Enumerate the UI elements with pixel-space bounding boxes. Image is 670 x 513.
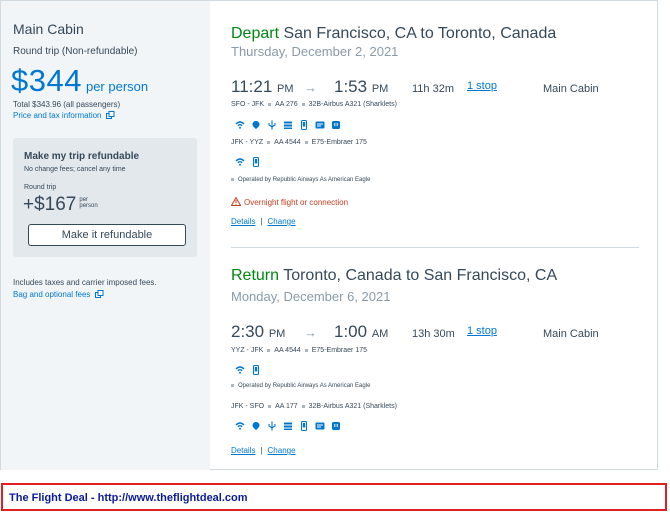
depart-actions: Details | Change (231, 217, 296, 226)
refund-round-trip: Round trip (24, 184, 57, 191)
dot-separator (304, 348, 308, 352)
mobile-device-icon (300, 119, 308, 130)
mobile-device-icon (252, 156, 260, 167)
refund-price: +$167 (23, 194, 77, 215)
return-actions: Details | Change (231, 446, 296, 455)
usb-power-icon (268, 120, 276, 130)
mobile-device-icon (300, 420, 308, 431)
depart-details-link[interactable]: Details (231, 217, 255, 226)
refund-title: Make my trip refundable (24, 151, 140, 162)
return-leg-2-amenities (235, 417, 347, 431)
price-row: $344 per person (11, 63, 148, 99)
external-link-icon (94, 290, 104, 298)
overnight-warning: Overnight flight or connection (230, 196, 348, 207)
make-refundable-button[interactable]: Make it refundable (28, 224, 186, 246)
return-label: Return (231, 267, 280, 284)
return-leg-2: JFK - SFO AA 177 32B-Airbus A321 (Sharklet… (231, 403, 397, 410)
depart-departure-time: 11:21 PM (231, 77, 294, 96)
segment-divider (231, 247, 639, 248)
dot-separator (267, 140, 271, 144)
depart-stops-link[interactable]: 1 stop (467, 80, 497, 92)
arrow-right-icon: → (304, 80, 317, 95)
dot-separator (301, 102, 305, 106)
depart-leg-1-amenities (235, 116, 347, 130)
depart-arrival-time: 1:53 PM (334, 77, 389, 96)
return-duration: 13h 30m (412, 328, 455, 340)
depart-change-link[interactable]: Change (268, 217, 296, 226)
wifi-icon (235, 158, 245, 166)
dot-separator (304, 140, 308, 144)
dot-separator (268, 102, 272, 106)
warning-icon (230, 196, 242, 206)
return-arrival-time: 1:00 AM (334, 322, 389, 341)
entertainment-icon (252, 120, 260, 129)
tv-icon (315, 121, 325, 129)
price-per-person: $344 (11, 63, 82, 98)
depart-duration: 11h 32m (412, 83, 454, 95)
return-stops-link[interactable]: 1 stop (467, 325, 497, 337)
arrow-right-icon: → (304, 325, 317, 340)
return-leg-1: YYZ - JFK AA 4544 E75-Embraer 175 (231, 347, 368, 354)
depart-route: San Francisco, CA to Toronto, Canada (283, 25, 557, 42)
return-date: Monday, December 6, 2021 (231, 289, 391, 304)
return-leg-1-amenities (235, 361, 267, 375)
usb-power-icon (268, 421, 276, 431)
return-cabin: Main Cabin (543, 328, 599, 340)
wifi-icon (235, 422, 245, 430)
price-tax-info-link[interactable]: Price and tax information (13, 111, 115, 120)
dot-separator (301, 404, 305, 408)
dot-separator (231, 177, 234, 181)
depart-operated-by: Operated by Republic Airways As American… (231, 177, 370, 183)
depart-cabin: Main Cabin (543, 83, 599, 95)
refund-price-row: +$167 per person (23, 194, 98, 216)
dot-separator (267, 348, 271, 352)
refund-per-person: per person (79, 197, 98, 209)
total-price: Total $343.96 (all passengers) (13, 100, 121, 109)
refund-upsell-box: Make my trip refundable No change fees; … (13, 138, 197, 257)
bag-fees-link[interactable]: Bag and optional fees (13, 290, 104, 299)
return-change-link[interactable]: Change (268, 446, 296, 455)
cabin-title: Main Cabin (13, 21, 84, 37)
return-departure-time: 2:30 PM (231, 322, 286, 341)
includes-taxes-note: Includes taxes and carrier imposed fees. (13, 278, 157, 287)
per-person-label: per person (85, 79, 149, 94)
trip-type: Round trip (Non-refundable) (13, 46, 138, 57)
return-route: Toronto, Canada to San Francisco, CA (283, 267, 558, 284)
refund-subtitle: No change fees; cancel any time (24, 166, 126, 173)
depart-leg-2: JFK - YYZ AA 4544 E75-Embraer 175 (231, 139, 367, 146)
flight-deal-banner: The Flight Deal - http://www.theflightde… (1, 483, 667, 511)
return-details-link[interactable]: Details (231, 446, 255, 455)
food-icon (284, 121, 292, 129)
depart-leg-2-amenities (235, 153, 267, 167)
entertainment-icon (252, 421, 260, 430)
food-icon (284, 422, 292, 430)
power-outlet-icon (332, 421, 340, 430)
mobile-device-icon (252, 364, 260, 375)
external-link-icon (105, 111, 115, 119)
depart-leg-1: SFO - JFK AA 276 32B-Airbus A321 (Sharklet… (231, 101, 397, 108)
price-summary-panel: Main Cabin Round trip (Non-refundable) $… (1, 1, 210, 470)
depart-date: Thursday, December 2, 2021 (231, 44, 399, 59)
flight-deal-credit: The Flight Deal - http://www.theflightde… (9, 492, 248, 504)
dot-separator (268, 404, 272, 408)
return-title: Return Toronto, Canada to San Francisco,… (231, 267, 557, 285)
tv-icon (315, 422, 325, 430)
dot-separator (231, 383, 234, 387)
wifi-icon (235, 121, 245, 129)
flight-summary-card: Main Cabin Round trip (Non-refundable) $… (0, 0, 658, 470)
power-outlet-icon (332, 120, 340, 129)
depart-label: Depart (231, 25, 280, 42)
return-operated-by: Operated by Republic Airways As American… (231, 383, 370, 389)
depart-title: Depart San Francisco, CA to Toronto, Can… (231, 25, 556, 43)
wifi-icon (235, 366, 245, 374)
